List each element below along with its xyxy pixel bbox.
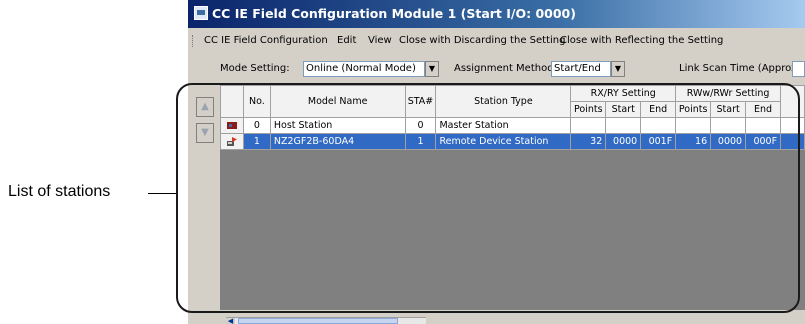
cell-overflow xyxy=(780,117,805,134)
header-rx-points[interactable]: Points xyxy=(570,101,607,118)
menu-bar: CC IE Field Configuration Edit View Clos… xyxy=(188,31,805,51)
cell-sta[interactable]: 0 xyxy=(404,117,437,134)
cell-rw-start[interactable] xyxy=(710,117,747,134)
cell-model-name[interactable]: NZ2GF2B-60DA4 xyxy=(269,133,406,150)
cell-rx-end[interactable]: 001F xyxy=(640,133,677,150)
cell-rx-start[interactable] xyxy=(605,117,642,134)
cell-model-name[interactable]: Host Station xyxy=(269,117,406,134)
menu-close-discarding[interactable]: Close with Discarding the Setting xyxy=(399,31,565,51)
link-scan-time-label: Link Scan Time (Approx.): xyxy=(679,63,805,74)
header-rwwrwr-setting: RWw/RWr Setting xyxy=(675,85,782,102)
toolbar-grip[interactable] xyxy=(192,35,195,47)
arrow-up-icon[interactable]: ▲ xyxy=(196,97,214,117)
title-bar: CC IE Field Configuration Module 1 (Star… xyxy=(188,0,805,28)
cell-station-type[interactable]: Master Station xyxy=(435,117,572,134)
menu-view[interactable]: View xyxy=(368,31,392,51)
remote-device-station-icon xyxy=(220,133,244,150)
window-title: CC IE Field Configuration Module 1 (Star… xyxy=(212,6,576,21)
cell-no[interactable]: 0 xyxy=(242,117,271,134)
cell-rx-start[interactable]: 0000 xyxy=(605,133,642,150)
horizontal-scrollbar[interactable]: ◀ xyxy=(226,317,426,324)
cell-no[interactable]: 1 xyxy=(242,133,271,150)
callout-label: List of stations xyxy=(8,183,111,200)
header-rxry-setting: RX/RY Setting xyxy=(570,85,677,102)
host-station-icon xyxy=(220,117,244,134)
link-scan-time-field xyxy=(792,61,805,77)
station-table: No. Model Name STA# Station Type RX/RY S… xyxy=(220,85,805,150)
mode-setting-label: Mode Setting: xyxy=(220,63,290,74)
menu-cc-ie-field-configuration[interactable]: CC IE Field Configuration xyxy=(204,31,328,51)
header-model-name[interactable]: Model Name xyxy=(269,85,406,118)
assignment-method-select[interactable]: Start/End xyxy=(551,61,611,77)
station-list: No. Model Name STA# Station Type RX/RY S… xyxy=(220,85,805,310)
header-rx-start[interactable]: Start xyxy=(605,101,642,118)
header-rx-end[interactable]: End xyxy=(640,101,677,118)
table-row[interactable]: 0 Host Station 0 Master Station xyxy=(220,117,805,134)
cell-overflow xyxy=(780,133,805,150)
callout-leader-line xyxy=(148,193,178,194)
header-station-type[interactable]: Station Type xyxy=(435,85,572,118)
cell-station-type[interactable]: Remote Device Station xyxy=(435,133,572,150)
configuration-window: CC IE Field Configuration Module 1 (Star… xyxy=(188,0,805,324)
mode-setting-dropdown-arrow-icon[interactable]: ▼ xyxy=(425,61,439,77)
menu-close-reflecting[interactable]: Close with Reflecting the Setting xyxy=(560,31,723,51)
mode-setting-select[interactable]: Online (Normal Mode) xyxy=(303,61,425,77)
menu-edit[interactable]: Edit xyxy=(337,31,356,51)
cell-rw-points[interactable] xyxy=(675,117,712,134)
cell-rw-end[interactable] xyxy=(745,117,782,134)
cell-sta[interactable]: 1 xyxy=(404,133,437,150)
scrollbar-thumb[interactable] xyxy=(238,318,398,324)
assignment-method-label: Assignment Method: xyxy=(454,63,557,74)
header-rw-end[interactable]: End xyxy=(745,101,782,118)
cell-rw-start[interactable]: 0000 xyxy=(710,133,747,150)
header-rw-start[interactable]: Start xyxy=(710,101,747,118)
cell-rx-end[interactable] xyxy=(640,117,677,134)
settings-bar: Mode Setting: Online (Normal Mode) ▼ Ass… xyxy=(188,60,805,80)
header-overflow xyxy=(780,85,805,118)
cell-rw-end[interactable]: 000F xyxy=(745,133,782,150)
header-no[interactable]: No. xyxy=(242,85,271,118)
cell-rx-points[interactable] xyxy=(570,117,607,134)
assignment-method-dropdown-arrow-icon[interactable]: ▼ xyxy=(611,61,625,77)
table-row[interactable]: 1 NZ2GF2B-60DA4 1 Remote Device Station … xyxy=(220,133,805,150)
header-icon-column xyxy=(220,85,244,118)
arrow-down-icon[interactable]: ▼ xyxy=(196,123,214,143)
cell-rw-points[interactable]: 16 xyxy=(675,133,712,150)
scroll-left-icon[interactable]: ◀ xyxy=(226,318,235,324)
header-rw-points[interactable]: Points xyxy=(675,101,712,118)
app-window-icon xyxy=(194,6,208,20)
cell-rx-points[interactable]: 32 xyxy=(570,133,607,150)
header-sta[interactable]: STA# xyxy=(404,85,437,118)
